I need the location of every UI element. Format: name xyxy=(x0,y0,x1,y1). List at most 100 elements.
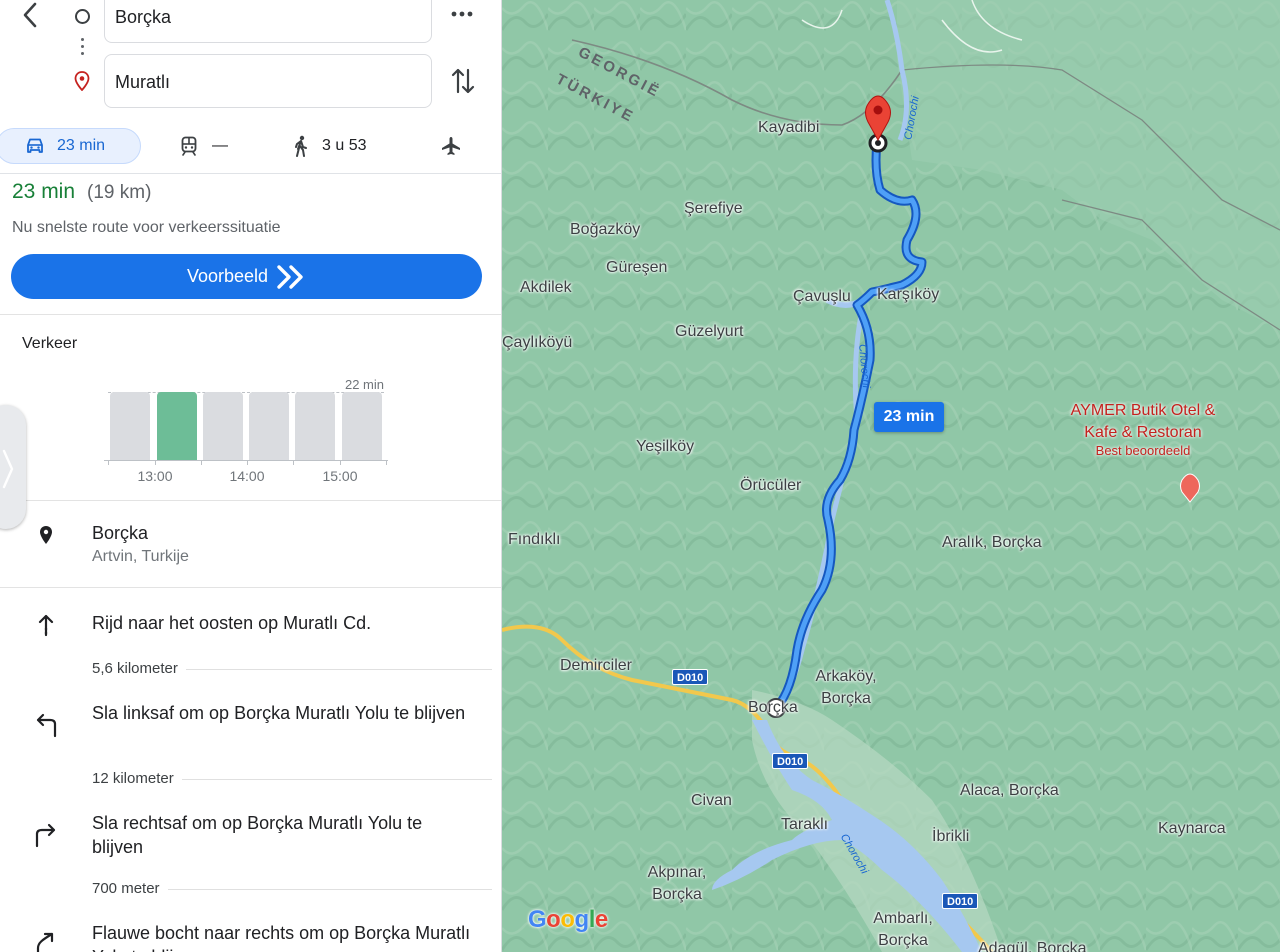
origin-input[interactable]: Borçka xyxy=(104,0,432,43)
traffic-tick xyxy=(293,460,294,465)
car-icon xyxy=(27,138,43,153)
travel-mode-bar: 23 min — 3 u 53 xyxy=(0,128,501,174)
mode-walking-tab[interactable]: 3 u 53 xyxy=(292,128,366,164)
traffic-bar xyxy=(110,392,150,460)
start-place-name: Borçka xyxy=(92,523,149,543)
map-place-label[interactable]: Aralık, Borçka xyxy=(942,534,1042,552)
map-place-label[interactable]: Kayadibi xyxy=(758,119,819,137)
origin-circle-icon xyxy=(75,9,90,24)
section-divider xyxy=(0,587,501,588)
traffic-tick xyxy=(201,460,202,465)
preview-button-label: Voorbeeld xyxy=(186,266,269,286)
mode-driving-label: 23 min xyxy=(57,137,106,154)
section-divider xyxy=(0,500,501,501)
map-place-label[interactable]: Güreşen xyxy=(606,259,667,277)
swap-arrows-icon xyxy=(451,68,475,94)
more-options-button[interactable] xyxy=(449,4,475,24)
walking-person-icon xyxy=(295,135,307,157)
map-place-label[interactable]: Akdilek xyxy=(520,279,572,297)
mode-transit-tab[interactable]: — xyxy=(180,128,228,164)
direction-step[interactable]: Sla rechtsaf om op Borçka Muratlı Yolu t… xyxy=(92,811,472,859)
destination-input[interactable]: Muratlı xyxy=(104,54,432,108)
map-place-label[interactable]: Kaynarca xyxy=(1158,820,1226,838)
mode-transit-label: — xyxy=(212,137,228,154)
map-terrain xyxy=(502,0,1280,952)
swap-button[interactable] xyxy=(450,66,476,96)
map-place-label[interactable]: Civan xyxy=(691,792,732,810)
traffic-bar xyxy=(203,392,243,460)
more-horizontal-icon xyxy=(451,11,473,17)
panel-collapse-handle[interactable] xyxy=(0,405,26,529)
traffic-tick xyxy=(247,460,248,465)
map-place-label-line: Akpınar, xyxy=(647,864,707,881)
direction-step[interactable]: Flauwe bocht naar rechts om op Borçka Mu… xyxy=(92,921,472,952)
traffic-tick xyxy=(340,460,341,465)
traffic-tick-label: 15:00 xyxy=(322,468,358,484)
map-place-label[interactable]: Karşıköy xyxy=(877,286,939,304)
route-eta-callout[interactable]: 23 min xyxy=(874,402,944,432)
map-place-label[interactable]: Arkaköy, Borçka xyxy=(814,666,878,710)
map-place-label[interactable]: Akpınar, Borçka xyxy=(642,862,712,906)
traffic-tick xyxy=(155,460,156,465)
road-shield: D010 xyxy=(772,753,809,769)
straight-arrow-icon xyxy=(34,612,60,638)
map-place-label[interactable]: Demirciler xyxy=(560,657,632,675)
traffic-chart: 22 min 13:00 14:00 15:00 xyxy=(100,372,392,492)
google-logo: Google xyxy=(528,906,608,933)
back-button[interactable] xyxy=(18,2,42,28)
traffic-bar xyxy=(342,392,382,460)
road-shield: D010 xyxy=(672,669,709,685)
location-pin-icon xyxy=(34,524,60,550)
route-distance: (19 km) xyxy=(87,182,152,203)
mode-walking-label: 3 u 53 xyxy=(322,137,367,154)
map-place-label[interactable]: Yeşilköy xyxy=(636,438,694,456)
map-place-label[interactable]: İbrikli xyxy=(932,828,969,846)
airplane-icon xyxy=(442,137,460,155)
poi-hotel-name[interactable]: AYMER Butik Otel & Kafe & Restoran xyxy=(1068,400,1218,444)
traffic-tick xyxy=(108,460,109,465)
route-dots-icon xyxy=(81,38,84,59)
back-arrow-icon xyxy=(23,2,37,28)
step-distance: 12 kilometer xyxy=(92,770,182,787)
traffic-max-label: 22 min xyxy=(344,377,384,392)
step-distance: 700 meter xyxy=(92,880,168,897)
map-place-label[interactable]: Örücüler xyxy=(740,477,801,495)
preview-button[interactable]: Voorbeeld xyxy=(11,254,482,299)
route-description: Nu snelste route voor verkeerssituatie xyxy=(12,219,281,236)
map-place-label-line: Arkaköy, xyxy=(815,668,877,685)
turn-left-icon xyxy=(34,712,60,738)
traffic-tick xyxy=(386,460,387,465)
traffic-bar xyxy=(295,392,335,460)
map-place-label[interactable]: Adagül, Borçka xyxy=(978,940,1087,952)
direction-step[interactable]: Rijd naar het oosten op Muratlı Cd. xyxy=(92,611,472,635)
map-place-label-line: Borçka xyxy=(878,932,928,949)
traffic-title: Verkeer xyxy=(22,335,78,352)
map-place-label[interactable]: Çavuşlu xyxy=(793,288,851,306)
road-shield: D010 xyxy=(942,893,979,909)
chevron-right-icon xyxy=(2,449,14,489)
map-place-label-line: Borçka xyxy=(652,886,702,903)
double-chevron-right-icon xyxy=(277,264,303,289)
map-place-label[interactable]: Borçka xyxy=(748,699,798,717)
step-distance: 5,6 kilometer xyxy=(92,660,186,677)
train-icon xyxy=(181,136,197,156)
map-place-label[interactable]: Ambarlı, Borçka xyxy=(868,908,938,952)
traffic-tick-label: 13:00 xyxy=(137,468,173,484)
section-divider xyxy=(0,314,501,315)
direction-step[interactable]: Sla linksaf om op Borçka Muratlı Yolu te… xyxy=(92,701,472,725)
map-place-label[interactable]: Boğazköy xyxy=(570,221,640,239)
map-canvas[interactable]: GEORGIË TÜRKIYE Kayadibi Şerefiye Boğazk… xyxy=(502,0,1280,952)
mode-driving-tab[interactable]: 23 min xyxy=(0,128,141,164)
map-place-label[interactable]: Fındıklı xyxy=(508,531,560,549)
poi-hotel-badge: Best beoordeeld xyxy=(1095,443,1191,458)
map-place-label[interactable]: Alaca, Borçka xyxy=(960,782,1059,800)
start-place-region: Artvin, Turkije xyxy=(92,548,189,565)
map-place-label[interactable]: Şerefiye xyxy=(684,200,743,218)
mode-flight-tab[interactable] xyxy=(441,128,461,164)
map-place-label[interactable]: Güzelyurt xyxy=(675,323,743,341)
map-place-label[interactable]: Çaylıköyü xyxy=(502,334,572,352)
slight-right-icon xyxy=(34,930,60,952)
map-place-label[interactable]: Taraklı xyxy=(781,816,828,834)
traffic-bar xyxy=(249,392,289,460)
route-duration: 23 min xyxy=(12,180,76,203)
